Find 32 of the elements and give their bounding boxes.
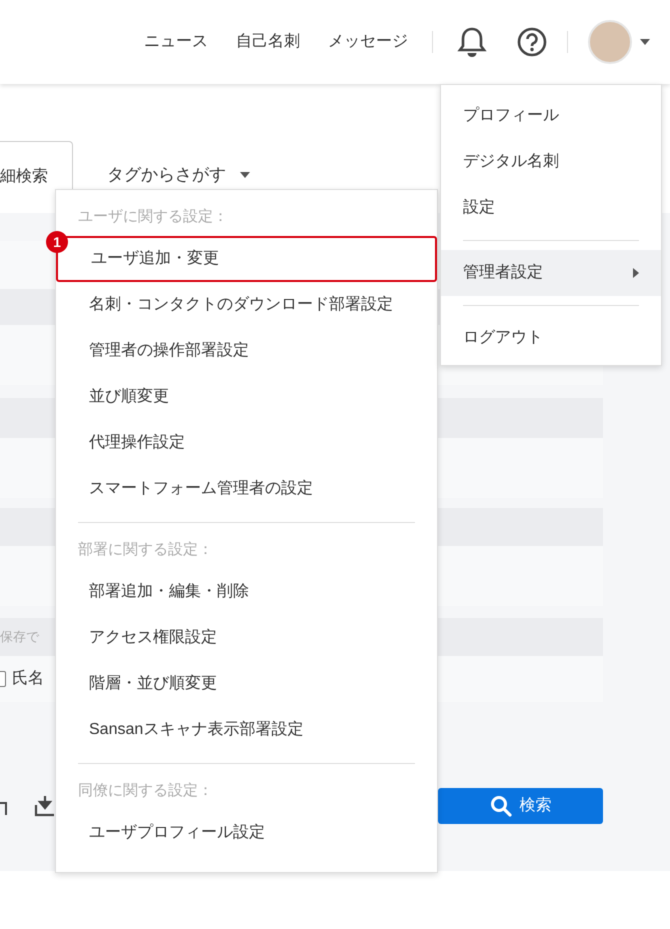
section-heading: 部署に関する設定： <box>78 540 214 560</box>
chevron-right-icon <box>633 268 639 278</box>
menu-item[interactable]: 代理操作設定 <box>78 420 415 466</box>
section-heading: ユーザに関する設定： <box>78 206 229 227</box>
menu-item[interactable]: スマートフォーム管理者の設定 <box>78 466 415 512</box>
search-icon <box>490 795 512 817</box>
download-icon[interactable] <box>34 795 56 817</box>
checkbox-label: 氏名 <box>12 668 44 689</box>
search-tab[interactable]: タグからさがす <box>73 161 250 189</box>
menu-item[interactable]: Sansanスキャナ表示部署設定 <box>78 707 415 753</box>
hint-text: 保存で <box>0 628 39 646</box>
section-heading: 同僚に関する設定： <box>78 780 214 801</box>
help-icon[interactable] <box>517 27 547 57</box>
search-button[interactable]: 検索 <box>438 788 603 824</box>
menu-item[interactable]: 管理者設定 <box>441 250 661 296</box>
caret-icon <box>640 39 650 45</box>
menu-item[interactable]: 名刺・コンタクトのダウンロード部署設定 <box>78 282 415 328</box>
menu-item[interactable]: 部署追加・編集・削除 <box>78 569 415 615</box>
nav-link[interactable]: メッセージ <box>328 30 408 54</box>
nav-link[interactable]: ニュース <box>144 30 208 54</box>
menu-item[interactable]: 管理者の操作部署設定 <box>78 328 415 374</box>
menu-item[interactable]: 階層・並び順変更 <box>78 661 415 707</box>
nav-link[interactable]: 自己名刺 <box>236 30 300 54</box>
menu-item[interactable]: デジタル名刺 <box>441 139 661 185</box>
menu-item[interactable]: プロフィール <box>441 93 661 139</box>
menu-item[interactable]: 並び順変更 <box>78 374 415 420</box>
menu-item[interactable]: アクセス権限設定 <box>78 615 415 661</box>
menu-item[interactable]: ログアウト <box>441 315 661 361</box>
caret-icon <box>240 172 250 178</box>
bell-icon[interactable] <box>457 26 487 58</box>
menu-item[interactable]: ユーザプロフィール設定 <box>78 810 415 856</box>
menu-item[interactable]: 設定 <box>441 185 661 231</box>
